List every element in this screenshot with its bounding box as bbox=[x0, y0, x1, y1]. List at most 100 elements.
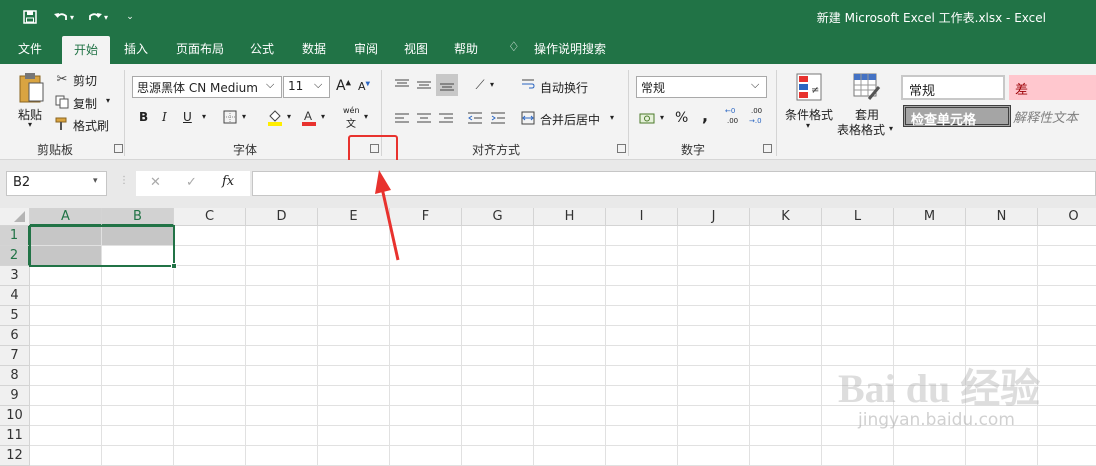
cell-a11[interactable] bbox=[30, 426, 102, 446]
cell-g9[interactable] bbox=[462, 386, 534, 406]
bold-button[interactable]: B bbox=[139, 110, 148, 124]
cell-e6[interactable] bbox=[318, 326, 390, 346]
cell-g7[interactable] bbox=[462, 346, 534, 366]
cell-m2[interactable] bbox=[894, 246, 966, 266]
cell-m4[interactable] bbox=[894, 286, 966, 306]
cell-l1[interactable] bbox=[822, 226, 894, 246]
copy-dropdown-icon[interactable]: ▾ bbox=[106, 96, 110, 105]
tab-view[interactable]: 视图 bbox=[404, 40, 428, 57]
column-header-h[interactable]: H bbox=[534, 208, 606, 226]
alignment-dialog-launcher-icon[interactable] bbox=[617, 144, 626, 153]
cell-b10[interactable] bbox=[102, 406, 174, 426]
chevron-down-icon[interactable]: ⌵ bbox=[751, 78, 759, 92]
cell-e3[interactable] bbox=[318, 266, 390, 286]
number-dialog-launcher-icon[interactable] bbox=[763, 144, 772, 153]
paste-icon[interactable] bbox=[16, 70, 46, 106]
column-header-j[interactable]: J bbox=[678, 208, 750, 226]
borders-icon[interactable] bbox=[222, 109, 238, 125]
column-header-n[interactable]: N bbox=[966, 208, 1038, 226]
decrease-indent-icon[interactable] bbox=[466, 110, 484, 126]
cell-o8[interactable] bbox=[1038, 366, 1096, 386]
cell-n6[interactable] bbox=[966, 326, 1038, 346]
customize-qat-icon[interactable]: ⌄ bbox=[119, 8, 141, 26]
cell-f9[interactable] bbox=[390, 386, 462, 406]
cell-o3[interactable] bbox=[1038, 266, 1096, 286]
cell-h2[interactable] bbox=[534, 246, 606, 266]
cell-f3[interactable] bbox=[390, 266, 462, 286]
name-box[interactable]: B2 bbox=[6, 171, 107, 196]
cell-b9[interactable] bbox=[102, 386, 174, 406]
row-header-10[interactable]: 10 bbox=[0, 406, 30, 426]
cell-f8[interactable] bbox=[390, 366, 462, 386]
cell-j8[interactable] bbox=[678, 366, 750, 386]
italic-button[interactable]: I bbox=[162, 110, 167, 124]
cell-j1[interactable] bbox=[678, 226, 750, 246]
accounting-dropdown-icon[interactable]: ▾ bbox=[660, 113, 664, 122]
cell-j3[interactable] bbox=[678, 266, 750, 286]
tab-page-layout[interactable]: 页面布局 bbox=[176, 40, 224, 57]
tab-formulas[interactable]: 公式 bbox=[250, 40, 274, 57]
cell-i2[interactable] bbox=[606, 246, 678, 266]
cell-g5[interactable] bbox=[462, 306, 534, 326]
cell-b3[interactable] bbox=[102, 266, 174, 286]
cell-d10[interactable] bbox=[246, 406, 318, 426]
fill-color-dropdown-icon[interactable]: ▾ bbox=[287, 112, 291, 121]
cell-o4[interactable] bbox=[1038, 286, 1096, 306]
underline-dropdown-icon[interactable]: ▾ bbox=[202, 112, 206, 121]
merge-center-button[interactable]: 合并后居中 bbox=[540, 111, 600, 128]
cell-k9[interactable] bbox=[750, 386, 822, 406]
cell-j10[interactable] bbox=[678, 406, 750, 426]
cell-h11[interactable] bbox=[534, 426, 606, 446]
cell-n5[interactable] bbox=[966, 306, 1038, 326]
tab-help[interactable]: 帮助 bbox=[454, 40, 478, 57]
cell-i11[interactable] bbox=[606, 426, 678, 446]
cell-h7[interactable] bbox=[534, 346, 606, 366]
cell-k2[interactable] bbox=[750, 246, 822, 266]
tell-me-search[interactable]: 操作说明搜索 bbox=[534, 40, 606, 57]
cell-h8[interactable] bbox=[534, 366, 606, 386]
cell-k4[interactable] bbox=[750, 286, 822, 306]
align-left-icon[interactable] bbox=[393, 110, 411, 126]
cell-b5[interactable] bbox=[102, 306, 174, 326]
cell-o12[interactable] bbox=[1038, 446, 1096, 466]
cell-i3[interactable] bbox=[606, 266, 678, 286]
cell-a7[interactable] bbox=[30, 346, 102, 366]
cell-i9[interactable] bbox=[606, 386, 678, 406]
cell-a3[interactable] bbox=[30, 266, 102, 286]
cell-f12[interactable] bbox=[390, 446, 462, 466]
merge-dropdown-icon[interactable]: ▾ bbox=[610, 113, 614, 122]
column-header-g[interactable]: G bbox=[462, 208, 534, 226]
cell-f4[interactable] bbox=[390, 286, 462, 306]
cell-d5[interactable] bbox=[246, 306, 318, 326]
cell-j5[interactable] bbox=[678, 306, 750, 326]
cell-j11[interactable] bbox=[678, 426, 750, 446]
cell-j2[interactable] bbox=[678, 246, 750, 266]
column-header-b[interactable]: B bbox=[102, 208, 174, 226]
cell-d1[interactable] bbox=[246, 226, 318, 246]
cell-o11[interactable] bbox=[1038, 426, 1096, 446]
cell-k6[interactable] bbox=[750, 326, 822, 346]
cell-b6[interactable] bbox=[102, 326, 174, 346]
cell-d3[interactable] bbox=[246, 266, 318, 286]
font-color-dropdown-icon[interactable]: ▾ bbox=[321, 112, 325, 121]
cell-m6[interactable] bbox=[894, 326, 966, 346]
cell-n2[interactable] bbox=[966, 246, 1038, 266]
cell-g4[interactable] bbox=[462, 286, 534, 306]
cell-k1[interactable] bbox=[750, 226, 822, 246]
cell-c9[interactable] bbox=[174, 386, 246, 406]
cell-l2[interactable] bbox=[822, 246, 894, 266]
tab-data[interactable]: 数据 bbox=[302, 40, 326, 57]
cell-j12[interactable] bbox=[678, 446, 750, 466]
cell-l6[interactable] bbox=[822, 326, 894, 346]
phonetic-dropdown-icon[interactable]: ▾ bbox=[364, 112, 368, 121]
row-header-9[interactable]: 9 bbox=[0, 386, 30, 406]
cell-f7[interactable] bbox=[390, 346, 462, 366]
clipboard-dialog-launcher-icon[interactable] bbox=[114, 144, 123, 153]
cell-d9[interactable] bbox=[246, 386, 318, 406]
cell-o9[interactable] bbox=[1038, 386, 1096, 406]
cell-e5[interactable] bbox=[318, 306, 390, 326]
cell-n1[interactable] bbox=[966, 226, 1038, 246]
cell-d7[interactable] bbox=[246, 346, 318, 366]
cell-e4[interactable] bbox=[318, 286, 390, 306]
cell-n4[interactable] bbox=[966, 286, 1038, 306]
